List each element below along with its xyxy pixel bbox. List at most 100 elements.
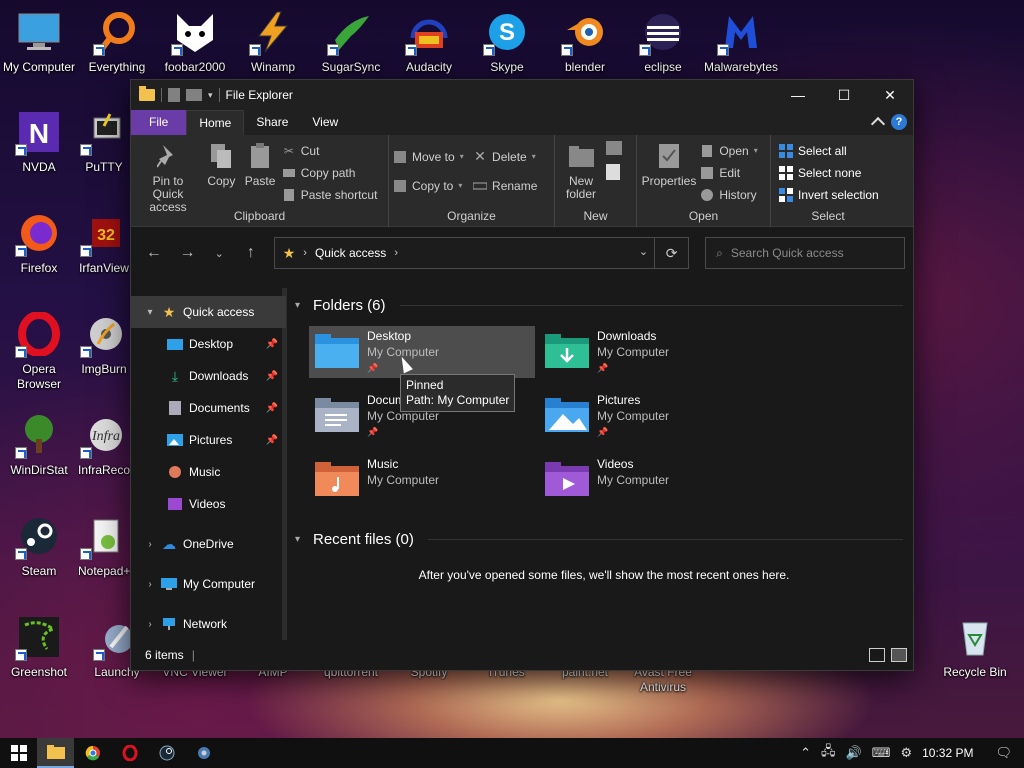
help-icon[interactable]: ? xyxy=(891,114,907,130)
search-input[interactable]: ⌕ Search Quick access xyxy=(705,237,906,269)
desktop-icon-winamp[interactable]: Winamp xyxy=(234,8,312,75)
taskbar-opera[interactable] xyxy=(111,738,148,768)
taskbar-file-explorer[interactable] xyxy=(37,738,74,768)
open-button[interactable]: Open ▾ xyxy=(700,141,758,160)
up-button[interactable]: ↑ xyxy=(236,238,266,268)
keyboard-icon[interactable]: ⌨ xyxy=(872,745,891,761)
nav-desktop[interactable]: Desktop 📌 xyxy=(131,328,286,360)
address-box[interactable]: ★ › Quick access › ⌄ ⟳ xyxy=(273,237,690,269)
desktop-icon-nvda[interactable]: N NVDA xyxy=(0,108,78,175)
close-button[interactable]: ✕ xyxy=(867,80,913,110)
recent-locations-button[interactable]: ⌄ xyxy=(206,238,232,268)
nav-videos[interactable]: Videos xyxy=(131,488,286,520)
new-folder-icon[interactable] xyxy=(186,89,202,101)
desktop-icon-everything[interactable]: Everything xyxy=(78,8,156,75)
network-icon[interactable]: 🖧 xyxy=(821,742,836,764)
chevron-down-icon[interactable]: ▾ xyxy=(139,307,161,318)
taskbar-chrome[interactable] xyxy=(74,738,111,768)
paste-button[interactable]: Paste xyxy=(242,139,279,190)
desktop-icon-greenshot[interactable]: Greenshot xyxy=(0,613,78,680)
rename-button[interactable]: Rename xyxy=(473,176,537,195)
desktop-icon-opera[interactable]: Opera Browser xyxy=(0,310,78,392)
chevron-right-icon[interactable]: › xyxy=(139,539,161,550)
paste-shortcut-button[interactable]: Paste shortcut xyxy=(282,185,377,204)
nav-documents[interactable]: Documents 📌 xyxy=(131,392,286,424)
desktop-icon-eclipse[interactable]: eclipse xyxy=(624,8,702,75)
tab-file[interactable]: File xyxy=(131,110,187,135)
chevron-right-icon[interactable]: › xyxy=(139,619,161,630)
breadcrumb-separator-icon[interactable]: › xyxy=(394,247,398,259)
large-icons-view-button[interactable] xyxy=(891,648,907,662)
chevron-down-icon[interactable]: ▾ xyxy=(295,534,307,545)
desktop-icon-notepadpp[interactable]: Notepad++ xyxy=(78,512,130,579)
notifications-icon[interactable]: 🗨 xyxy=(995,745,1012,761)
desktop-icon-recycle-bin[interactable]: Recycle Bin xyxy=(936,613,1014,680)
pin-to-quick-access-button[interactable]: Pin to Quick access xyxy=(135,139,201,216)
delete-button[interactable]: ✕ Delete ▾ xyxy=(473,147,537,166)
properties-icon[interactable] xyxy=(168,88,180,102)
select-all-button[interactable]: Select all xyxy=(779,141,879,160)
forward-button[interactable]: → xyxy=(173,238,203,268)
history-button[interactable]: History xyxy=(700,185,757,204)
tab-home[interactable]: Home xyxy=(186,110,245,135)
nav-music[interactable]: Music xyxy=(131,456,286,488)
desktop-icon-foobar2000[interactable]: foobar2000 xyxy=(156,8,234,75)
properties-button[interactable]: Properties xyxy=(641,139,697,190)
desktop-icon-imgburn[interactable]: ImgBurn xyxy=(78,310,130,377)
edit-button[interactable]: Edit xyxy=(700,163,757,182)
taskbar-settings[interactable] xyxy=(185,738,222,768)
nav-quick-access[interactable]: ▾ ★ Quick access xyxy=(131,296,286,328)
refresh-button[interactable]: ⟳ xyxy=(654,238,688,268)
nav-onedrive[interactable]: › ☁ OneDrive xyxy=(131,528,286,560)
nav-downloads[interactable]: ⤓ Downloads 📌 xyxy=(131,360,286,392)
maximize-button[interactable]: ☐ xyxy=(821,80,867,110)
chevron-down-icon[interactable]: ▾ xyxy=(208,90,213,101)
gear-icon[interactable]: ⚙ xyxy=(900,745,912,761)
chevron-right-icon[interactable]: › xyxy=(139,579,161,590)
select-none-button[interactable]: Select none xyxy=(779,163,879,182)
desktop-icon-audacity[interactable]: Audacity xyxy=(390,8,468,75)
desktop-icon-putty[interactable]: PuTTY xyxy=(78,108,130,175)
easy-access-icon[interactable] xyxy=(606,164,621,180)
copy-button[interactable]: Copy xyxy=(204,139,238,190)
tab-share[interactable]: Share xyxy=(244,110,300,135)
collapse-ribbon-icon[interactable] xyxy=(870,116,886,132)
back-button[interactable]: ← xyxy=(139,238,169,268)
nav-network[interactable]: › Network xyxy=(131,608,286,640)
address-dropdown-icon[interactable]: ⌄ xyxy=(639,245,648,258)
minimize-button[interactable]: — xyxy=(775,80,821,110)
desktop-icon-blender[interactable]: blender xyxy=(546,8,624,75)
desktop-icon-sugarsync[interactable]: SugarSync xyxy=(312,8,390,75)
recent-files-section-header[interactable]: ▾ Recent files (0) xyxy=(295,526,913,552)
folder-downloads[interactable]: Downloads My Computer 📌 xyxy=(539,326,765,378)
breadcrumb-quick-access[interactable]: Quick access xyxy=(315,246,386,260)
desktop-icon-infrarecorder[interactable]: Infra InfraRecorder xyxy=(78,411,130,478)
invert-selection-button[interactable]: Invert selection xyxy=(779,185,879,204)
folder-desktop[interactable]: Desktop My Computer 📌 xyxy=(309,326,535,378)
nav-pictures[interactable]: Pictures 📌 xyxy=(131,424,286,456)
details-view-button[interactable] xyxy=(869,648,885,662)
desktop-icon-malwarebytes[interactable]: Malwarebytes xyxy=(702,8,780,75)
folder-pictures[interactable]: Pictures My Computer 📌 xyxy=(539,390,765,442)
desktop-icon-my-computer[interactable]: My Computer xyxy=(0,8,78,75)
clock[interactable]: 10:32 PM xyxy=(922,746,973,760)
cut-button[interactable]: ✂ Cut xyxy=(282,141,378,160)
copy-path-button[interactable]: Copy path xyxy=(282,163,378,182)
volume-icon[interactable]: 🔊 xyxy=(846,745,862,761)
move-to-button[interactable]: Move to ▾ xyxy=(393,147,464,166)
tab-view[interactable]: View xyxy=(300,110,350,135)
new-folder-button[interactable]: New folder xyxy=(559,139,603,203)
folder-music[interactable]: Music My Computer xyxy=(309,454,535,506)
taskbar-steam[interactable] xyxy=(148,738,185,768)
show-hidden-icons-icon[interactable]: ⌃ xyxy=(800,745,811,761)
copy-to-button[interactable]: Copy to ▾ xyxy=(393,176,464,195)
folder-videos[interactable]: Videos My Computer xyxy=(539,454,765,506)
start-button[interactable] xyxy=(0,738,37,768)
desktop-icon-windirstat[interactable]: WinDirStat xyxy=(0,411,78,478)
nav-my-computer[interactable]: › My Computer xyxy=(131,568,286,600)
desktop-icon-firefox[interactable]: Firefox xyxy=(0,209,78,276)
chevron-down-icon[interactable]: ▾ xyxy=(295,300,307,311)
desktop-icon-steam[interactable]: Steam xyxy=(0,512,78,579)
desktop-icon-skype[interactable]: S Skype xyxy=(468,8,546,75)
new-item-icon[interactable] xyxy=(606,141,623,155)
